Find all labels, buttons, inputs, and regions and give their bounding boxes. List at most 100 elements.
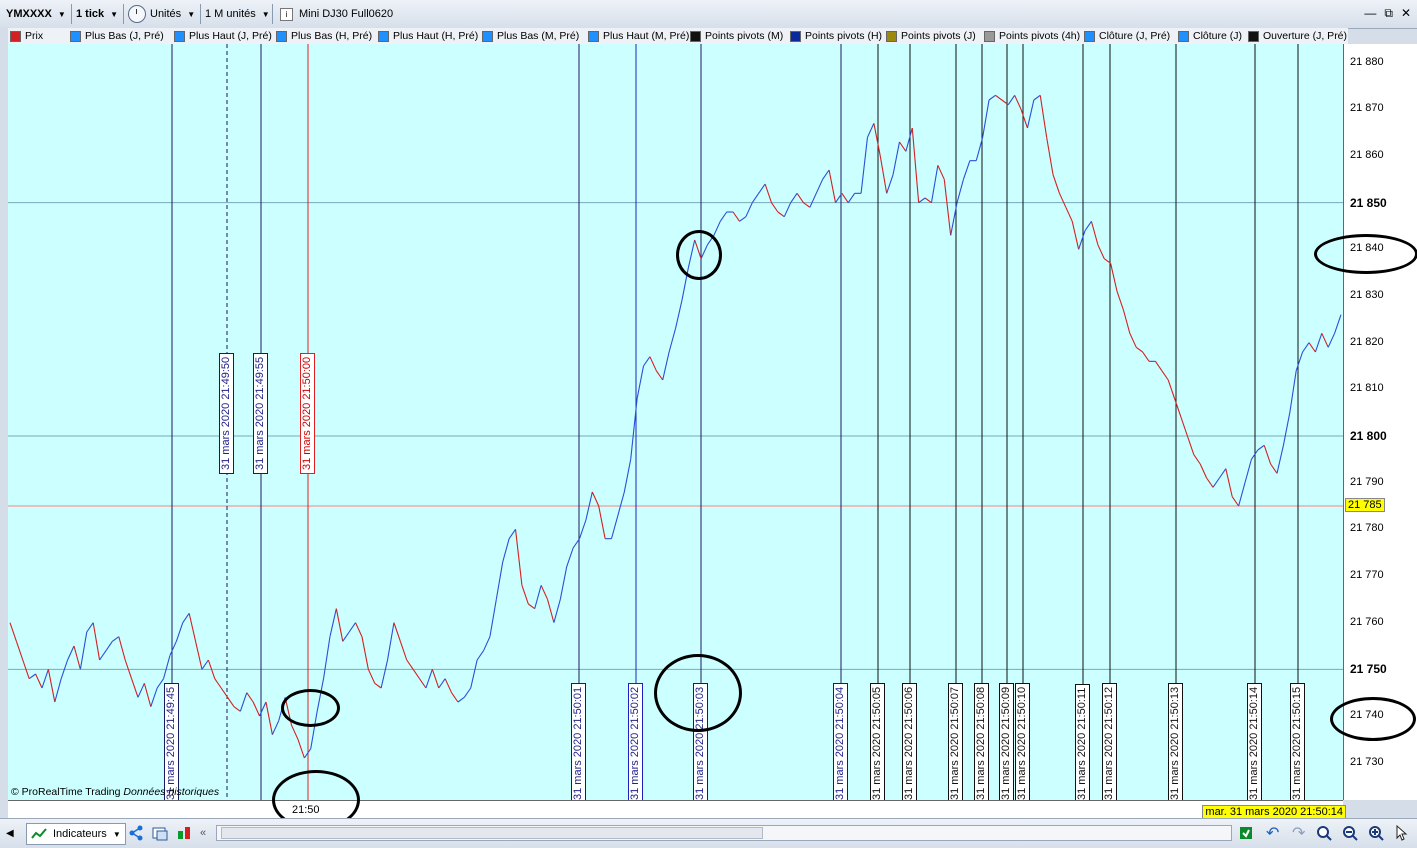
close-icon[interactable]: ✕ [1401, 6, 1411, 21]
legend-item[interactable]: Plus Haut (M, Pré) [588, 29, 689, 43]
legend-item[interactable]: Points pivots (J) [886, 29, 976, 43]
price-segment [86, 622, 94, 633]
price-axis[interactable]: 21 730 21 740 21 750 21 760 21 770 21 780 21 7… [1343, 44, 1417, 800]
zoom-out-icon[interactable] [1342, 823, 1358, 843]
chevron-down-icon: ▼ [110, 9, 119, 19]
price-segment [444, 678, 453, 693]
price-segment [367, 669, 376, 684]
legend-item[interactable]: Plus Haut (H, Pré) [378, 29, 478, 43]
legend-item[interactable]: Points pivots (4h) [984, 29, 1080, 43]
legend-item[interactable]: Plus Bas (J, Pré) [70, 29, 164, 43]
timeframe-selector[interactable]: 1 tick ▼ [76, 3, 118, 25]
price-segment [201, 659, 209, 670]
restore-icon[interactable]: ⧉ [1384, 6, 1393, 21]
price-segment [99, 650, 107, 661]
scroll-left-fast-icon[interactable]: « [200, 823, 206, 843]
legend-swatch [174, 30, 185, 42]
price-segment [899, 141, 907, 152]
price-segment [546, 599, 555, 623]
price-segment [419, 678, 427, 689]
legend-label: Ouverture (J, Pré) [1263, 30, 1348, 42]
zoom-in-icon[interactable] [1368, 823, 1384, 843]
price-segment [886, 174, 894, 194]
legend-item[interactable]: Clôture (J) [1178, 29, 1242, 43]
legend-item[interactable]: Ouverture (J, Pré) [1248, 29, 1347, 43]
screenshot-icon[interactable] [152, 823, 168, 843]
chevron-down-icon: ▼ [57, 9, 66, 19]
price-segment [815, 179, 824, 194]
legend-item[interactable]: Points pivots (M) [690, 29, 783, 43]
y-tick-label: 21 830 [1350, 289, 1384, 301]
lock-scroll-icon[interactable] [1238, 823, 1254, 843]
x-tick-label: 21:50 [292, 804, 320, 816]
price-segment [745, 202, 753, 217]
product-info[interactable]: i Mini DJ30 Full0620 [280, 3, 393, 25]
last-date-tag: mar. 31 mars 2020 21:50:14 [1202, 805, 1346, 819]
indicators-label: Indicateurs [53, 828, 107, 840]
scrollbar-thumb[interactable] [221, 827, 763, 839]
units-count-selector[interactable]: 1 M unités ▼ [205, 3, 270, 25]
price-segment [361, 636, 369, 670]
price-segment [1014, 95, 1022, 110]
price-segment [841, 193, 849, 203]
price-segment [1238, 482, 1246, 507]
time-scrollbar[interactable] [216, 825, 1232, 841]
legend-item[interactable]: Plus Haut (J, Pré) [174, 29, 272, 43]
price-segment [252, 701, 261, 717]
undo-icon[interactable]: ↶ [1266, 823, 1279, 843]
price-segment [41, 669, 49, 689]
price-segment [982, 99, 990, 138]
price-segment [1327, 333, 1336, 348]
price-segment [739, 216, 747, 222]
units-mode-selector[interactable]: Unités ▼ [128, 3, 195, 25]
price-segment [1321, 333, 1329, 348]
units-mode-label: Unités [150, 8, 182, 20]
chevron-down-icon: ▼ [261, 9, 270, 19]
time-axis[interactable]: © ProRealTime Trading Données historique… [8, 786, 1346, 819]
price-segment [892, 141, 901, 175]
price-segment [182, 613, 190, 623]
price-segment [67, 645, 75, 661]
legend-item[interactable]: Prix [10, 29, 43, 43]
price-segment [521, 585, 529, 605]
legend-label: Points pivots (M) [705, 30, 784, 42]
price-segment [1052, 174, 1060, 194]
price-segment [822, 169, 830, 180]
pointer-icon[interactable] [1394, 823, 1410, 843]
minimize-icon[interactable]: — [1364, 6, 1376, 21]
legend-item[interactable]: Plus Bas (M, Pré) [482, 29, 579, 43]
divider [71, 4, 72, 24]
price-segment [1289, 370, 1297, 413]
price-segment [1257, 444, 1265, 451]
legend-swatch [1084, 30, 1095, 42]
price-segment [143, 683, 152, 707]
price-segment [483, 636, 491, 651]
price-chart[interactable]: 31 mars 2020 21:49:45 31 mars 2020 21:49:… [8, 44, 1343, 800]
legend-item[interactable]: Plus Bas (H, Pré) [276, 29, 372, 43]
price-segment [1110, 263, 1118, 292]
share-icon[interactable] [128, 823, 144, 843]
collapse-arrow-icon[interactable]: ◀ [6, 823, 14, 843]
price-segment [1302, 342, 1310, 353]
redo-icon[interactable]: ↷ [1292, 823, 1305, 843]
price-segment [1033, 94, 1041, 101]
price-segment [866, 123, 875, 138]
instrument-selector[interactable]: YMXXXX ▼ [6, 3, 66, 25]
price-segment [937, 165, 945, 180]
price-segment [412, 669, 420, 679]
legend-swatch [886, 30, 897, 42]
indicators-button[interactable]: Indicateurs ▼ [26, 823, 126, 845]
time-marker-label: 31 mars 2020 21:49:55 [253, 352, 268, 474]
price-segment [374, 682, 382, 689]
price-segment [559, 566, 568, 600]
zoom-reset-icon[interactable] [1316, 823, 1332, 843]
price-segment [431, 669, 440, 689]
price-segment [662, 351, 670, 381]
price-segment [1084, 221, 1092, 231]
legend-item[interactable]: Clôture (J, Pré) [1084, 29, 1170, 43]
price-segment [1020, 109, 1028, 129]
price-segment [1026, 99, 1035, 129]
legend-item[interactable]: Points pivots (H) [790, 29, 882, 43]
trading-tools-icon[interactable] [176, 823, 192, 843]
price-segment [1071, 221, 1080, 250]
